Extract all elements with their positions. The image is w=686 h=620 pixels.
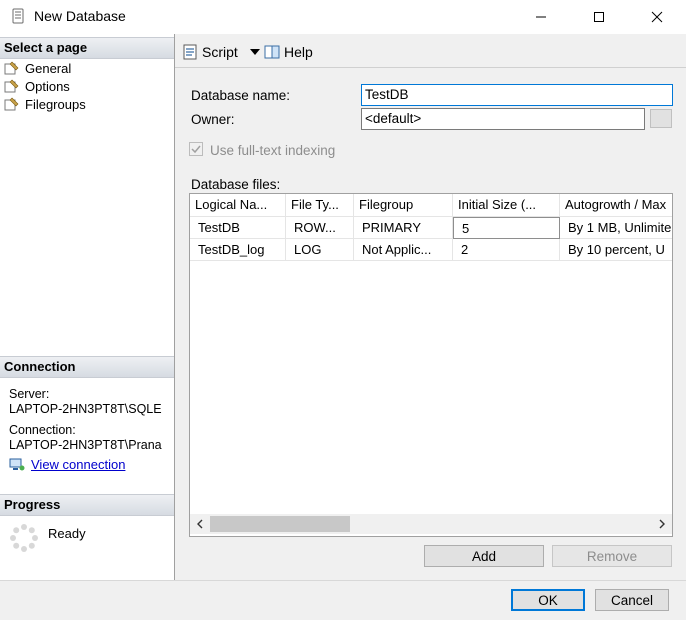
window-title: New Database — [34, 8, 126, 24]
cell-initial-size[interactable]: 5 — [453, 217, 560, 239]
view-connection-label[interactable]: View connection — [31, 457, 125, 472]
column-header-file-type[interactable]: File Ty... — [286, 194, 354, 217]
table-row[interactable]: TestDB ROW... PRIMARY 5 By 1 MB, Unlimit… — [190, 217, 672, 239]
column-header-filegroup[interactable]: Filegroup — [354, 194, 453, 217]
cell-initial-size[interactable]: 2 — [453, 239, 560, 261]
database-files-label: Database files: — [191, 177, 281, 192]
column-header-initial-size[interactable]: Initial Size (... — [453, 194, 560, 217]
close-button[interactable] — [628, 0, 686, 34]
wrench-page-icon — [4, 79, 19, 93]
toolbar-divider — [175, 67, 686, 68]
progress-spinner-icon — [10, 524, 38, 552]
select-page-header: Select a page — [0, 37, 174, 59]
cell-autogrowth[interactable]: By 10 percent, U — [560, 239, 672, 261]
chevron-down-icon[interactable] — [248, 47, 262, 57]
fulltext-label: Use full-text indexing — [210, 143, 336, 158]
maximize-icon — [594, 12, 604, 22]
page-item-label: Filegroups — [25, 96, 86, 112]
page-item-general[interactable]: General — [4, 59, 71, 77]
database-name-label: Database name: — [191, 88, 291, 103]
owner-label: Owner: — [191, 112, 235, 127]
scroll-thumb[interactable] — [210, 516, 350, 532]
chevron-right-icon — [659, 519, 665, 529]
page-item-filegroups[interactable]: Filegroups — [4, 95, 86, 113]
checkmark-icon — [191, 145, 201, 154]
column-header-logical-name[interactable]: Logical Na... — [190, 194, 286, 217]
chevron-left-icon — [197, 519, 203, 529]
close-icon — [651, 11, 663, 23]
remove-button[interactable]: Remove — [552, 545, 672, 567]
server-label: Server: — [9, 387, 50, 401]
connection-label: Connection: — [9, 423, 76, 437]
page-item-options[interactable]: Options — [4, 77, 70, 95]
database-name-input[interactable]: TestDB — [361, 84, 673, 106]
server-value: LAPTOP-2HN3PT8T\SQLE — [9, 402, 162, 416]
maximize-button[interactable] — [570, 0, 628, 34]
connection-properties-icon — [9, 458, 25, 470]
horizontal-scrollbar[interactable] — [190, 514, 672, 534]
column-header-autogrowth[interactable]: Autogrowth / Max — [560, 194, 672, 217]
connection-header: Connection — [0, 356, 174, 378]
script-button[interactable]: Script — [182, 41, 265, 63]
cancel-button[interactable]: Cancel — [595, 589, 669, 611]
connection-value: LAPTOP-2HN3PT8T\Prana — [9, 438, 162, 452]
scroll-left-button[interactable] — [190, 514, 210, 534]
page-item-label: General — [25, 60, 72, 76]
cell-logical-name[interactable]: TestDB_log — [190, 239, 286, 261]
script-icon — [183, 44, 197, 60]
page-item-label: Options — [25, 78, 70, 94]
wrench-page-icon — [4, 97, 19, 111]
cell-filegroup[interactable]: PRIMARY — [354, 217, 453, 239]
grid-header: Logical Na... File Ty... Filegroup Initi… — [190, 194, 672, 217]
footer-divider — [0, 580, 686, 581]
minimize-icon — [536, 16, 546, 18]
scroll-right-button[interactable] — [652, 514, 672, 534]
left-pane: Select a page General Options Filegroups… — [0, 34, 175, 580]
cell-filegroup[interactable]: Not Applic... — [354, 239, 453, 261]
table-row[interactable]: TestDB_log LOG Not Applic... 2 By 10 per… — [190, 239, 672, 261]
database-icon — [12, 8, 24, 24]
ok-button[interactable]: OK — [511, 589, 585, 611]
progress-status: Ready — [48, 526, 86, 541]
cell-file-type[interactable]: ROW... — [286, 217, 354, 239]
help-icon — [264, 45, 280, 59]
help-label: Help — [284, 44, 313, 60]
owner-browse-button[interactable] — [650, 109, 672, 128]
progress-header: Progress — [0, 494, 174, 516]
cell-file-type[interactable]: LOG — [286, 239, 354, 261]
owner-input[interactable]: <default> — [361, 108, 645, 130]
script-label: Script — [202, 44, 238, 60]
fulltext-checkbox[interactable] — [189, 142, 203, 156]
help-button[interactable]: Help — [264, 41, 313, 63]
minimize-button[interactable] — [512, 0, 570, 34]
database-files-grid[interactable]: Logical Na... File Ty... Filegroup Initi… — [189, 193, 673, 537]
cell-logical-name[interactable]: TestDB — [190, 217, 286, 239]
view-connection-link[interactable]: View connection — [9, 457, 125, 472]
wrench-page-icon — [4, 61, 19, 75]
add-button[interactable]: Add — [424, 545, 544, 567]
cell-autogrowth[interactable]: By 1 MB, Unlimite — [560, 217, 672, 239]
